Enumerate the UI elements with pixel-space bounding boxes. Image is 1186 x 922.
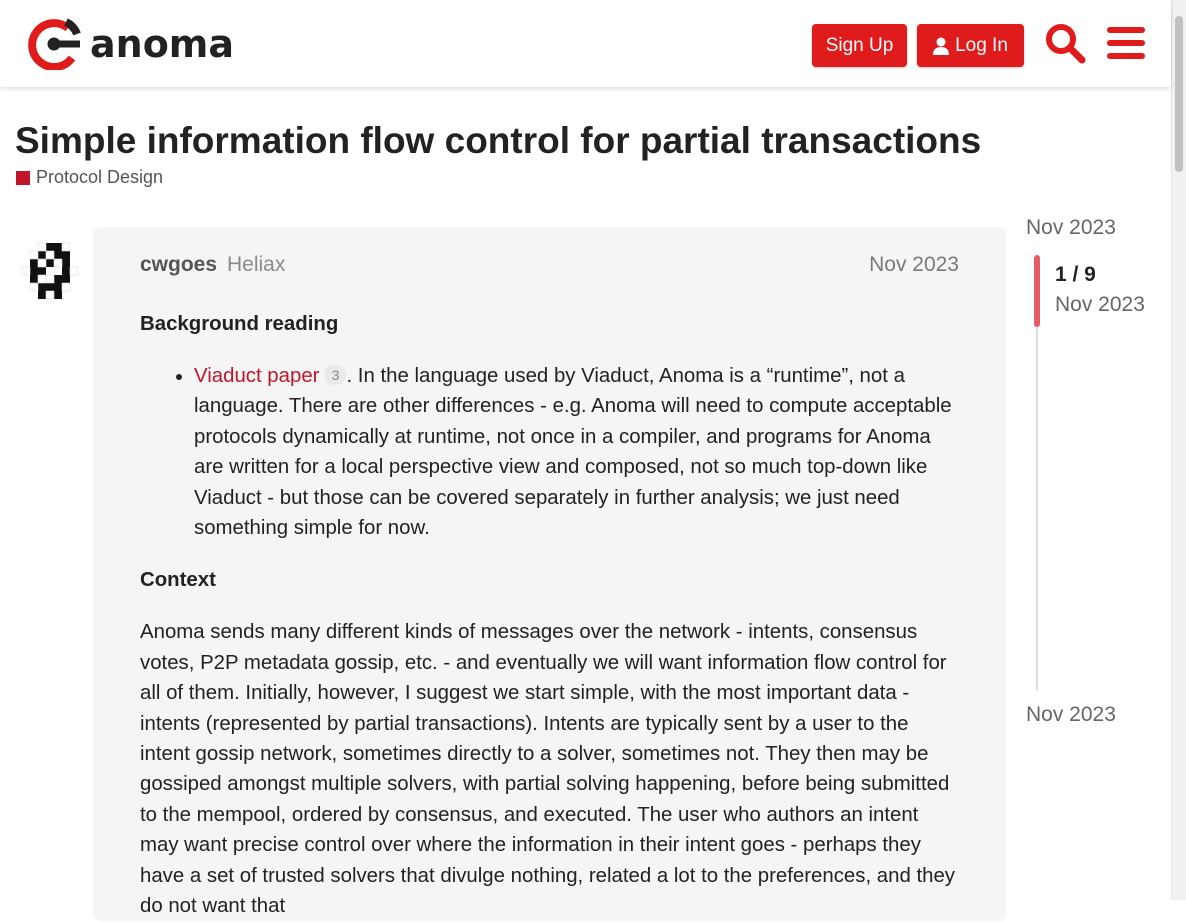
post-author[interactable]: cwgoes (140, 253, 217, 277)
post-body: Background reading Viaduct paper3. In th… (140, 309, 960, 922)
log-in-button[interactable]: Log In (917, 24, 1024, 67)
timeline-post-count: 1 / 9 (1055, 263, 1096, 286)
post-date[interactable]: Nov 2023 (869, 253, 959, 277)
heading-background-reading: Background reading (140, 313, 339, 335)
identicon-avatar (21, 242, 79, 300)
hamburger-menu-icon[interactable] (1107, 26, 1145, 60)
sign-up-button[interactable]: Sign Up (812, 24, 907, 67)
heading-context: Context (140, 569, 216, 592)
timeline-start-date[interactable]: Nov 2023 (1026, 216, 1116, 240)
logo-text: anoma (90, 22, 235, 66)
anoma-logo[interactable]: anoma (28, 18, 234, 70)
sign-up-label: Sign Up (825, 34, 894, 56)
timeline-end-date[interactable]: Nov 2023 (1026, 703, 1116, 727)
timeline-current-date: Nov 2023 (1055, 293, 1145, 316)
reading-list: Viaduct paper3. In the language used by … (140, 361, 960, 543)
link-click-count-badge: 3 (324, 365, 347, 385)
post-card: cwgoes Heliax Nov 2023 Background readin… (95, 229, 1004, 919)
topic-title[interactable]: Simple information flow control for part… (15, 120, 981, 162)
timeline-handle[interactable] (1034, 255, 1040, 327)
context-paragraph: Anoma sends many different kinds of mess… (140, 621, 955, 918)
scrollbar-thumb[interactable] (1175, 16, 1183, 172)
avatar[interactable] (16, 236, 85, 305)
page-scrollbar[interactable] (1171, 0, 1186, 900)
category-color-swatch (16, 170, 30, 185)
site-header: anoma Sign Up Log In (0, 0, 1171, 87)
category-badge[interactable]: Protocol Design (16, 167, 163, 188)
user-icon (933, 37, 950, 55)
list-item: Viaduct paper3. In the language used by … (194, 361, 960, 543)
log-in-label: Log In (955, 34, 1008, 56)
viaduct-paper-link[interactable]: Viaduct paper (194, 365, 319, 387)
anoma-logo-icon (28, 18, 81, 70)
category-label: Protocol Design (36, 167, 164, 187)
bullet-text: . In the language used by Viaduct, Anoma… (194, 365, 952, 540)
post-author-org: Heliax (227, 253, 286, 276)
search-icon[interactable] (1044, 22, 1086, 64)
